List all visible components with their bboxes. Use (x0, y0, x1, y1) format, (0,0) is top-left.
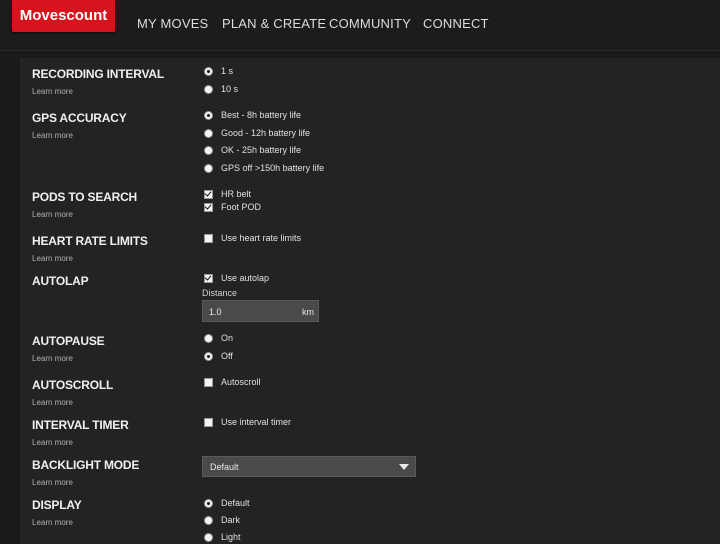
backlight-mode-title: BACKLIGHT MODE (32, 458, 140, 472)
use-interval-timer-checkbox[interactable]: Use interval timer (204, 416, 291, 428)
radio-selected-icon[interactable] (204, 351, 213, 361)
option-label: OK - 25h battery life (221, 145, 302, 155)
use-heart-rate-limits-checkbox[interactable]: Use heart rate limits (204, 232, 301, 244)
backlight-learn-more[interactable]: Learn more (32, 478, 73, 487)
gps-accuracy-title: GPS ACCURACY (32, 111, 127, 125)
radio-selected-icon[interactable] (204, 66, 213, 76)
gps-option-best[interactable]: Best - 8h battery life (204, 109, 301, 121)
option-label: Off (221, 351, 233, 361)
option-label: Use autolap (221, 273, 270, 283)
option-label: Dark (221, 515, 241, 525)
gps-accuracy-learn-more[interactable]: Learn more (32, 131, 73, 140)
nav-community[interactable]: COMMUNITY (329, 16, 411, 31)
chevron-down-icon (399, 464, 409, 470)
heart-rate-limits-title: HEART RATE LIMITS (32, 234, 148, 248)
checkbox-checked-icon[interactable] (204, 189, 213, 199)
display-option-light[interactable]: Light (204, 531, 241, 543)
distance-input[interactable]: 1.0 km (202, 300, 319, 322)
backlight-mode-value: Default (210, 462, 239, 472)
option-label: On (221, 333, 234, 343)
radio-icon[interactable] (204, 532, 213, 542)
distance-unit: km (302, 307, 314, 317)
option-label: Foot POD (221, 202, 262, 212)
pod-foot-pod[interactable]: Foot POD (204, 201, 261, 213)
radio-selected-icon[interactable] (204, 498, 213, 508)
option-label: 10 s (221, 84, 239, 94)
movescount-logo[interactable]: Movescount (12, 0, 115, 32)
checkbox-checked-icon[interactable] (204, 273, 213, 283)
option-label: Use interval timer (221, 417, 292, 427)
checkbox-icon[interactable] (204, 377, 213, 387)
backlight-mode-select[interactable]: Default (202, 456, 416, 477)
pod-hr-belt[interactable]: HR belt (204, 188, 251, 200)
interval-timer-learn-more[interactable]: Learn more (32, 438, 73, 447)
radio-icon[interactable] (204, 515, 213, 525)
checkbox-icon[interactable] (204, 417, 213, 427)
gps-option-off[interactable]: GPS off >150h battery life (204, 162, 324, 174)
display-title: DISPLAY (32, 498, 82, 512)
distance-value: 1.0 (209, 307, 222, 317)
checkbox-icon[interactable] (204, 233, 213, 243)
autopause-learn-more[interactable]: Learn more (32, 354, 73, 363)
interval-timer-title: INTERVAL TIMER (32, 418, 129, 432)
option-label: Good - 12h battery life (221, 128, 311, 138)
distance-label: Distance (202, 288, 238, 298)
radio-icon[interactable] (204, 128, 213, 138)
display-learn-more[interactable]: Learn more (32, 518, 73, 527)
option-label: Best - 8h battery life (221, 110, 302, 120)
recording-interval-title: RECORDING INTERVAL (32, 67, 164, 81)
autopause-option-on[interactable]: On (204, 332, 233, 344)
autoscroll-learn-more[interactable]: Learn more (32, 398, 73, 407)
recording-interval-option-10s[interactable]: 10 s (204, 83, 238, 95)
autoscroll-title: AUTOSCROLL (32, 378, 114, 392)
display-option-dark[interactable]: Dark (204, 514, 240, 526)
radio-icon[interactable] (204, 145, 213, 155)
option-label: Light (221, 532, 241, 542)
option-label: Autoscroll (221, 377, 261, 387)
autopause-option-off[interactable]: Off (204, 350, 233, 362)
option-label: 1 s (221, 66, 234, 76)
gps-option-ok[interactable]: OK - 25h battery life (204, 144, 301, 156)
radio-icon[interactable] (204, 163, 213, 173)
pods-learn-more[interactable]: Learn more (32, 210, 73, 219)
heart-rate-learn-more[interactable]: Learn more (32, 254, 73, 263)
pods-to-search-title: PODS TO SEARCH (32, 190, 137, 204)
radio-icon[interactable] (204, 333, 213, 343)
option-label: GPS off >150h battery life (221, 163, 325, 173)
radio-icon[interactable] (204, 84, 213, 94)
option-label: HR belt (221, 189, 252, 199)
autolap-title: AUTOLAP (32, 274, 89, 288)
autopause-title: AUTOPAUSE (32, 334, 105, 348)
gps-option-good[interactable]: Good - 12h battery life (204, 127, 310, 139)
top-navigation-bar: Movescount MY MOVES PLAN & CREATE COMMUN… (0, 0, 720, 51)
option-label: Use heart rate limits (221, 233, 302, 243)
checkbox-checked-icon[interactable] (204, 202, 213, 212)
recording-interval-learn-more[interactable]: Learn more (32, 87, 73, 96)
nav-plan-create[interactable]: PLAN & CREATE (222, 16, 326, 31)
autoscroll-checkbox[interactable]: Autoscroll (204, 376, 261, 388)
use-autolap-checkbox[interactable]: Use autolap (204, 272, 269, 284)
recording-interval-option-1s[interactable]: 1 s (204, 65, 233, 77)
display-option-default[interactable]: Default (204, 497, 250, 509)
option-label: Default (221, 498, 250, 508)
nav-connect[interactable]: CONNECT (423, 16, 489, 31)
nav-my-moves[interactable]: MY MOVES (137, 16, 208, 31)
radio-selected-icon[interactable] (204, 110, 213, 120)
